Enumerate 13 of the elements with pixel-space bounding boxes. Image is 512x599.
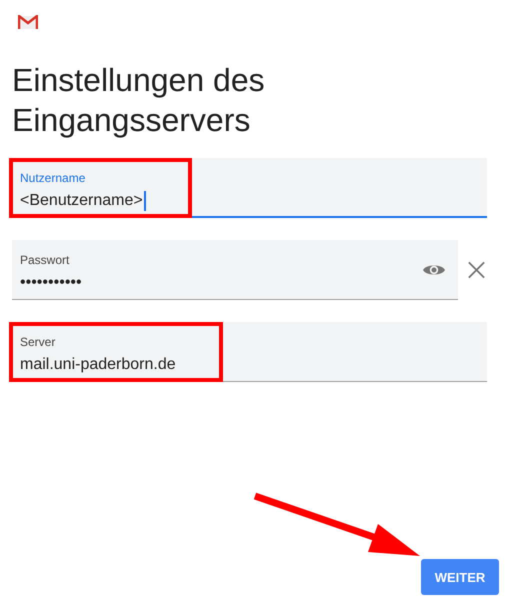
field-label: Nutzername — [20, 171, 86, 185]
close-icon[interactable] — [466, 259, 487, 281]
input-field[interactable]: Server mail.uni-paderborn.de — [12, 322, 487, 382]
mail-logo-icon — [18, 15, 38, 30]
input-field[interactable]: Nutzername <Benutzername> — [12, 158, 487, 218]
field-label: Server — [20, 335, 56, 349]
input-field[interactable]: Passwort ••••••••••• — [12, 240, 458, 300]
page-title: Einstellungen des Eingangsservers — [12, 61, 266, 140]
next-button[interactable]: WEITER — [421, 559, 499, 595]
field-value: mail.uni-paderborn.de — [20, 355, 177, 375]
field-label: Passwort — [20, 253, 70, 267]
field-value: ••••••••••• — [20, 273, 83, 293]
field-value: <Benutzername> — [20, 191, 146, 211]
